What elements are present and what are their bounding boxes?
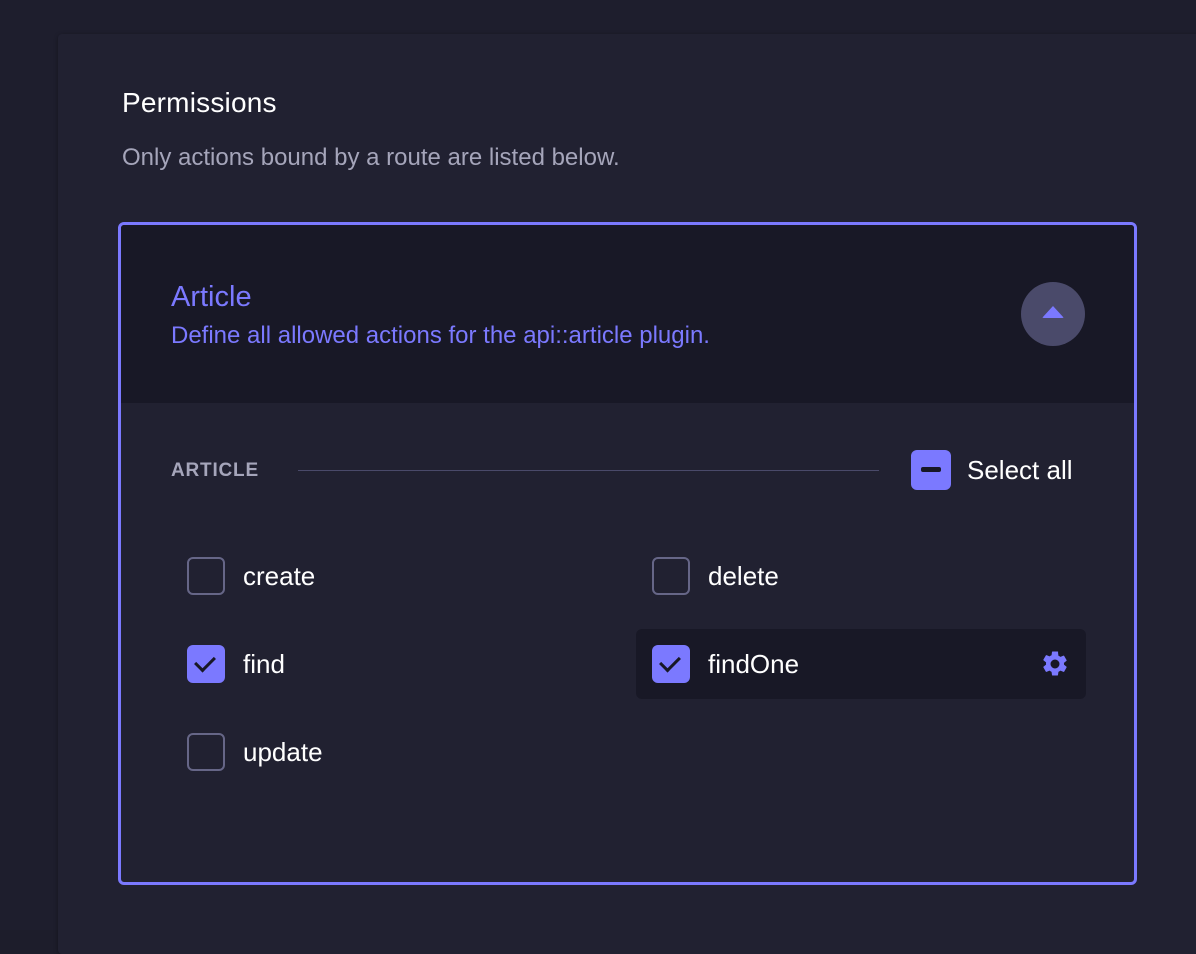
permissions-subtitle: Only actions bound by a route are listed… (122, 144, 620, 171)
action-label-findone: findOne (708, 648, 800, 679)
select-all-checkbox[interactable]: Select all (911, 450, 1073, 490)
checkbox-update[interactable] (187, 733, 225, 771)
select-all-label: Select all (967, 454, 1073, 485)
checkmark-icon (659, 650, 681, 673)
checkmark-icon (194, 650, 216, 673)
chevron-up-icon (1042, 306, 1064, 318)
action-update[interactable]: update (171, 717, 591, 787)
action-label-delete: delete (708, 560, 779, 591)
checkbox-findone[interactable] (652, 645, 690, 683)
minus-icon (921, 467, 941, 472)
accordion-description: Define all allowed actions for the api::… (171, 322, 710, 349)
article-accordion: Article Define all allowed actions for t… (118, 222, 1137, 885)
action-create[interactable]: create (171, 541, 591, 611)
permissions-title: Permissions (122, 87, 277, 118)
select-all-indeterminate-box[interactable] (911, 450, 951, 490)
action-delete[interactable]: delete (636, 541, 1086, 611)
accordion-toggle-button[interactable] (1021, 282, 1085, 346)
accordion-header[interactable]: Article Define all allowed actions for t… (121, 225, 1134, 403)
action-label-find: find (243, 648, 285, 679)
section-label: ARTICLE (171, 460, 259, 481)
action-label-create: create (243, 560, 316, 591)
accordion-title: Article (171, 281, 252, 313)
gear-icon[interactable] (1040, 649, 1070, 679)
section-divider (298, 470, 879, 471)
action-label-update: update (243, 736, 323, 767)
checkbox-find[interactable] (187, 645, 225, 683)
action-find[interactable]: find (171, 629, 591, 699)
action-findone[interactable]: findOne (636, 629, 1086, 699)
checkbox-create[interactable] (187, 557, 225, 595)
checkbox-delete[interactable] (652, 557, 690, 595)
